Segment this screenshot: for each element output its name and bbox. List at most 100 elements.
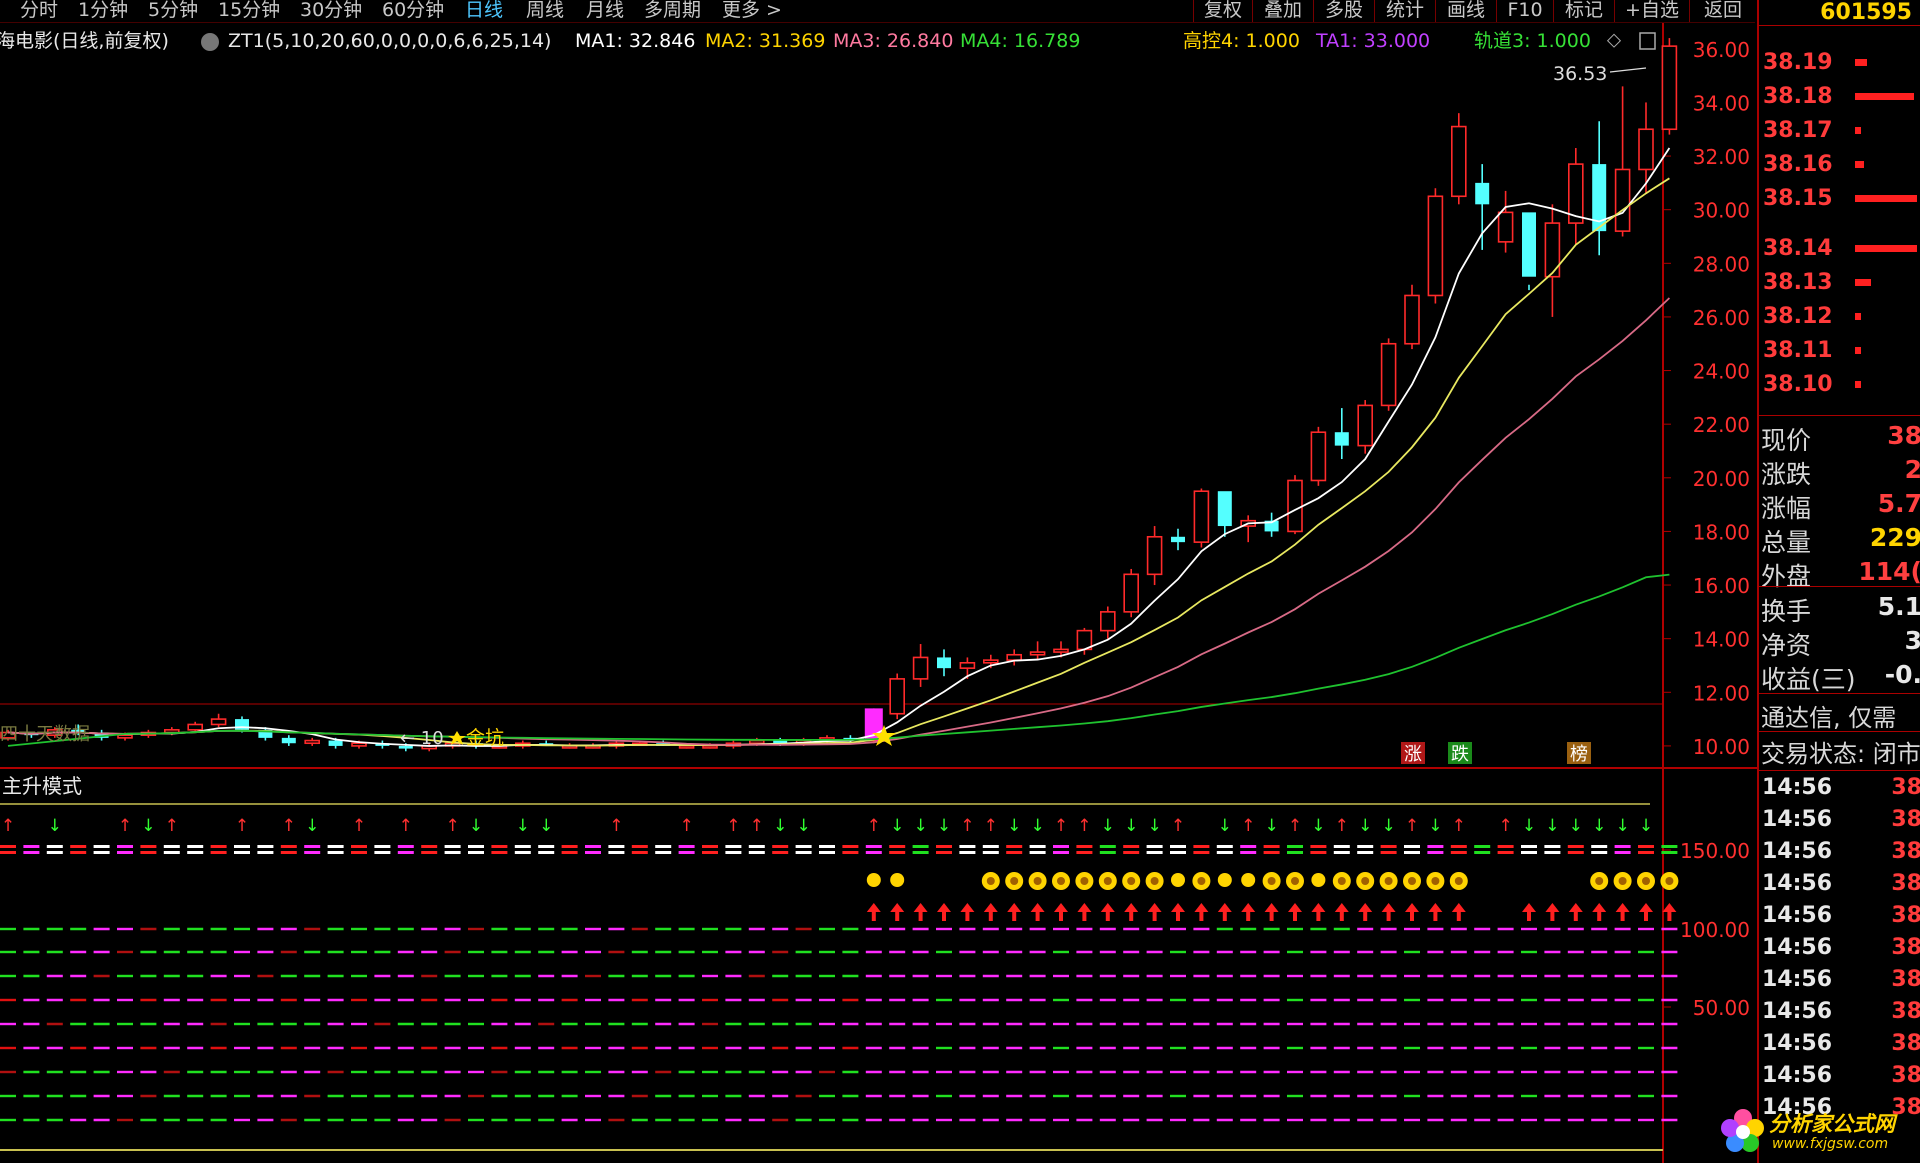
quote-value: 114( bbox=[1858, 557, 1920, 586]
status-dash bbox=[959, 851, 976, 854]
status-dash bbox=[1404, 845, 1420, 848]
tab-5min[interactable]: 5分钟 bbox=[148, 0, 198, 22]
f10-button[interactable]: F10 bbox=[1496, 0, 1553, 22]
order-volume-bar bbox=[1855, 245, 1917, 252]
price-axis-label: 30.00 bbox=[1693, 199, 1750, 223]
money-bag-mark bbox=[1103, 877, 1112, 885]
status-dash bbox=[210, 845, 227, 848]
formula-text: ZT1(5,10,20,60,0,0,0,0,6,6,25,14) bbox=[228, 30, 551, 52]
gaokong-label: 高控4: 1.000 bbox=[1183, 30, 1300, 52]
mark-button[interactable]: 标记 bbox=[1553, 0, 1614, 22]
status-dash bbox=[280, 851, 297, 854]
status-dash bbox=[912, 851, 929, 854]
back-button[interactable]: 返回 bbox=[1689, 0, 1756, 22]
candle bbox=[1427, 188, 1444, 304]
tab-weekly[interactable]: 周线 bbox=[526, 0, 564, 22]
status-dash bbox=[1076, 851, 1093, 854]
status-dash bbox=[655, 845, 672, 848]
status-dash bbox=[514, 851, 531, 854]
status-dash bbox=[538, 845, 555, 848]
window-toggle-icon bbox=[1639, 32, 1656, 50]
up-signal-arrow bbox=[1334, 903, 1349, 921]
ma2-label: MA2: 31.369 bbox=[705, 30, 825, 52]
draw-button[interactable]: 画线 bbox=[1435, 0, 1496, 22]
signal-down-arrow: ↓ bbox=[1545, 816, 1559, 836]
order-volume-bar bbox=[1855, 59, 1867, 66]
quote-value: 2 bbox=[1904, 455, 1920, 484]
fuquan-button[interactable]: 复权 bbox=[1193, 0, 1252, 22]
candle bbox=[1123, 568, 1139, 618]
tick-time: 14:56 bbox=[1762, 903, 1833, 928]
stock-chart[interactable]: 36.00 34.00 32.00 30.00 28.00 26.00 24.00 22.00… bbox=[0, 0, 1920, 1163]
tab-more[interactable]: 更多 > bbox=[722, 0, 782, 22]
up-signal-arrow bbox=[1264, 903, 1279, 921]
quote-label: 净资 bbox=[1761, 631, 1812, 660]
tick-price: 38 bbox=[1891, 1063, 1920, 1088]
status-dash bbox=[93, 845, 110, 848]
tick-price: 38 bbox=[1891, 999, 1920, 1024]
overlay-button[interactable]: 叠加 bbox=[1252, 0, 1313, 22]
price-axis-label: 28.00 bbox=[1693, 252, 1750, 276]
status-dash bbox=[187, 851, 204, 854]
tab-60min[interactable]: 60分钟 bbox=[382, 0, 444, 22]
sub-axis-label: 150.00 bbox=[1680, 839, 1750, 863]
status-dash bbox=[725, 845, 742, 848]
status-dash bbox=[1661, 845, 1678, 848]
money-bag-mark bbox=[1595, 877, 1604, 885]
signal-down-arrow: ↓ bbox=[913, 816, 927, 836]
status-dash bbox=[1497, 845, 1514, 848]
status-dash bbox=[1450, 851, 1467, 854]
status-dash bbox=[865, 851, 882, 854]
status-dash bbox=[819, 845, 835, 848]
candle-body bbox=[281, 737, 296, 744]
candle bbox=[1638, 102, 1654, 194]
status-dash bbox=[1591, 851, 1608, 854]
tab-30min[interactable]: 30分钟 bbox=[300, 0, 362, 22]
tab-1min[interactable]: 1分钟 bbox=[78, 0, 128, 22]
signal-up-arrow: ↑ bbox=[352, 816, 366, 836]
up-signal-arrow bbox=[983, 903, 998, 921]
order-book-row: 38.10 bbox=[1759, 368, 1920, 401]
sub-axis-label: 50.00 bbox=[1693, 996, 1750, 1020]
candle bbox=[304, 737, 321, 746]
status-dash bbox=[842, 845, 859, 848]
ma1-label: MA1: 32.846 bbox=[575, 30, 695, 52]
tick-row: 14:56 38 bbox=[1759, 1060, 1920, 1092]
price-axis-label: 32.00 bbox=[1693, 145, 1750, 169]
tick-row: 14:56 38 bbox=[1759, 804, 1920, 836]
signal-down-arrow: ↓ bbox=[1592, 816, 1606, 836]
candle bbox=[1264, 512, 1279, 537]
signal-up-arrow: ↑ bbox=[1405, 816, 1419, 836]
tab-daily[interactable]: 日线 bbox=[465, 0, 503, 22]
signal-up-arrow: ↑ bbox=[1498, 816, 1512, 836]
status-dash bbox=[608, 845, 625, 848]
status-dash bbox=[889, 851, 906, 854]
tick-price: 38 bbox=[1891, 1031, 1920, 1056]
candle-body bbox=[1123, 573, 1139, 613]
add-watchlist-button[interactable]: +自选 bbox=[1614, 0, 1689, 22]
candle-body bbox=[1171, 536, 1185, 543]
tab-fenshi[interactable]: 分时 bbox=[20, 0, 58, 22]
status-dash bbox=[46, 845, 63, 848]
status-dash bbox=[1053, 845, 1069, 848]
stats-button[interactable]: 统计 bbox=[1374, 0, 1435, 22]
signal-down-arrow: ↓ bbox=[539, 816, 553, 836]
candle-body bbox=[1334, 432, 1349, 446]
signal-up-arrow: ↑ bbox=[1288, 816, 1302, 836]
tab-monthly[interactable]: 月线 bbox=[586, 0, 624, 22]
status-dash bbox=[1193, 845, 1210, 848]
site-logo: 分析家公式网 www.fxjgsw.com bbox=[1714, 1104, 1920, 1163]
money-bag-mark bbox=[1665, 877, 1674, 885]
signal-down-arrow: ↓ bbox=[1101, 816, 1115, 836]
status-dash bbox=[23, 845, 40, 848]
tab-15min[interactable]: 15分钟 bbox=[218, 0, 280, 22]
status-dash bbox=[210, 851, 227, 854]
status-dash bbox=[1521, 851, 1537, 854]
tab-multi-period[interactable]: 多周期 bbox=[644, 0, 701, 22]
candle bbox=[210, 713, 227, 728]
status-dash bbox=[1170, 851, 1186, 854]
candle bbox=[1171, 528, 1185, 551]
candle bbox=[1380, 338, 1397, 411]
status-dash bbox=[1006, 851, 1023, 854]
multi-stock-button[interactable]: 多股 bbox=[1313, 0, 1374, 22]
